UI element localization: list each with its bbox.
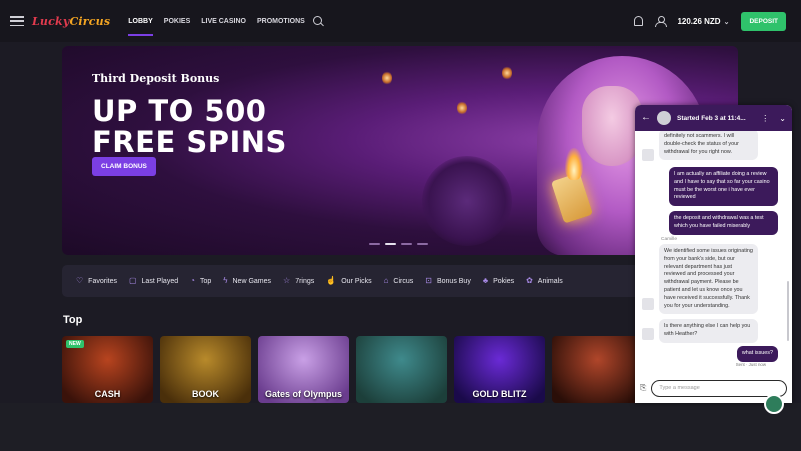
- category-our-picks[interactable]: ☝ Our Picks: [326, 277, 371, 285]
- carousel-dot[interactable]: [401, 243, 412, 245]
- category-label: Bonus Buy: [436, 277, 471, 285]
- game-tile[interactable]: [356, 336, 447, 403]
- chat-message-user: I am actually an affiliate doing a revie…: [669, 167, 778, 207]
- game-title: CASH: [94, 389, 121, 399]
- star-icon: ☆: [283, 276, 291, 285]
- game-title: GOLD BLITZ: [472, 389, 527, 399]
- new-badge: NEW: [66, 340, 84, 348]
- category-bar: ♡ Favorites ▢ Last Played ◔ Top ϟ New Games ☆ 7ri…: [62, 265, 662, 297]
- carousel-dots: [369, 243, 428, 245]
- casino-chips-decoration: [422, 156, 512, 246]
- category-label: Last Played: [141, 277, 179, 285]
- top-navigation-bar: LuckyCircus LOBBY POKIES LIVE CASINO PRO…: [0, 0, 801, 42]
- nav-lobby[interactable]: LOBBY: [128, 0, 153, 42]
- agent-name: Camille: [661, 237, 677, 242]
- agent-avatar: [642, 298, 654, 310]
- user-icon[interactable]: [655, 16, 668, 27]
- category-pokies[interactable]: ♣ Pokies: [483, 277, 514, 285]
- balance-dropdown[interactable]: 120.26 NZD ⌄: [677, 17, 729, 26]
- balance-value: 120.26 NZD: [677, 16, 721, 26]
- main-nav: LOBBY POKIES LIVE CASINO PROMOTIONS: [128, 0, 305, 42]
- chat-message-input[interactable]: Type a message: [651, 379, 787, 397]
- chat-title: Started Feb 3 at 11:4...: [677, 114, 746, 122]
- account-tools: 120.26 NZD ⌄ DEPOSIT: [634, 0, 786, 42]
- agent-avatar: [642, 149, 654, 161]
- chat-message-user: what issues?: [736, 346, 778, 362]
- menu-icon[interactable]: [10, 16, 24, 26]
- category-label: 7rings: [295, 277, 315, 285]
- category-label: Our Picks: [341, 277, 372, 285]
- games-row: NEW CASH BOOK Gates of Olympus GOLD BLITZ: [62, 336, 642, 403]
- category-favorites[interactable]: ♡ Favorites: [76, 277, 117, 285]
- chevron-down-icon: ⌄: [723, 18, 730, 26]
- nav-promotions[interactable]: PROMOTIONS: [257, 0, 305, 42]
- cherry-icon: ♣: [482, 276, 489, 285]
- carousel-dot[interactable]: [417, 243, 428, 245]
- casino-lobby-page: LuckyCircus LOBBY POKIES LIVE CASINO PRO…: [0, 0, 801, 451]
- nav-pokies[interactable]: POKIES: [164, 0, 190, 42]
- lightning-icon: ϟ: [223, 276, 228, 285]
- category-7rings[interactable]: ☆ 7rings: [283, 277, 314, 285]
- game-title: BOOK: [192, 389, 219, 399]
- category-label: Favorites: [88, 277, 117, 285]
- attachment-icon[interactable]: ⎘: [640, 383, 646, 393]
- gift-icon: ⊡: [425, 276, 432, 285]
- heart-icon: ♡: [76, 276, 84, 285]
- site-logo[interactable]: LuckyCircus: [32, 15, 110, 28]
- carousel-dot-active[interactable]: [385, 243, 396, 245]
- agent-avatar: [642, 328, 654, 340]
- category-top[interactable]: ◔ Top: [190, 277, 211, 285]
- chat-message-user: the deposit and withdrawal was a test wh…: [669, 211, 778, 235]
- category-label: Top: [199, 277, 212, 285]
- chevron-down-icon[interactable]: ⌄: [779, 114, 786, 123]
- chat-header: ← Started Feb 3 at 11:4... ⋮ ⌄: [635, 105, 792, 131]
- category-bonus-buy[interactable]: ⊡ Bonus Buy: [425, 277, 471, 285]
- hero-subtitle: Third Deposit Bonus: [92, 72, 220, 85]
- chat-scrollbar[interactable]: [787, 281, 789, 341]
- claim-bonus-button[interactable]: CLAIM BONUS: [92, 157, 156, 176]
- category-label: Animals: [537, 277, 563, 285]
- thumb-icon: ☝: [326, 276, 337, 285]
- hero-title: UP TO 500 FREE SPINS: [92, 94, 287, 159]
- back-arrow-icon[interactable]: ←: [641, 113, 651, 123]
- paw-icon: ✿: [526, 276, 533, 285]
- bell-icon[interactable]: [634, 16, 644, 26]
- category-label: Pokies: [493, 277, 515, 285]
- game-title: Gates of Olympus: [264, 389, 343, 399]
- more-options-icon[interactable]: ⋮: [761, 114, 769, 123]
- chat-message-agent: We identified some issues originating fr…: [659, 244, 758, 315]
- game-tile[interactable]: NEW CASH: [62, 336, 153, 403]
- chat-message-agent: definitely not scammers. I will double-c…: [659, 131, 758, 161]
- game-tile[interactable]: [552, 336, 642, 403]
- category-new-games[interactable]: ϟ New Games: [223, 277, 271, 285]
- section-title: Top: [63, 314, 83, 326]
- game-tile[interactable]: BOOK: [160, 336, 251, 403]
- tent-icon: ⌂: [383, 276, 389, 285]
- search-icon[interactable]: [312, 15, 324, 27]
- carousel-dot[interactable]: [369, 243, 380, 245]
- category-label: Circus: [393, 277, 414, 285]
- sent-status: Sent · Just now: [735, 362, 766, 367]
- avatar: [657, 111, 671, 125]
- deposit-button[interactable]: DEPOSIT: [741, 11, 786, 31]
- game-tile[interactable]: Gates of Olympus: [258, 336, 349, 403]
- category-animals[interactable]: ✿ Animals: [526, 277, 563, 285]
- chat-messages[interactable]: definitely not scammers. I will double-c…: [635, 131, 792, 376]
- nav-live-casino[interactable]: LIVE CASINO: [201, 0, 246, 42]
- game-tile[interactable]: GOLD BLITZ: [454, 336, 545, 403]
- category-circus[interactable]: ⌂ Circus: [384, 277, 414, 285]
- chat-message-agent: Is there anything else I can help you wi…: [659, 319, 758, 343]
- category-last-played[interactable]: ▢ Last Played: [129, 277, 178, 285]
- category-label: New Games: [232, 277, 272, 285]
- history-icon: ▢: [128, 276, 137, 285]
- bottom-strip: [0, 403, 801, 451]
- live-chat-widget: ← Started Feb 3 at 11:4... ⋮ ⌄ definitel…: [635, 105, 792, 403]
- top-icon: ◔: [190, 276, 195, 285]
- chat-launcher-button[interactable]: [764, 394, 784, 414]
